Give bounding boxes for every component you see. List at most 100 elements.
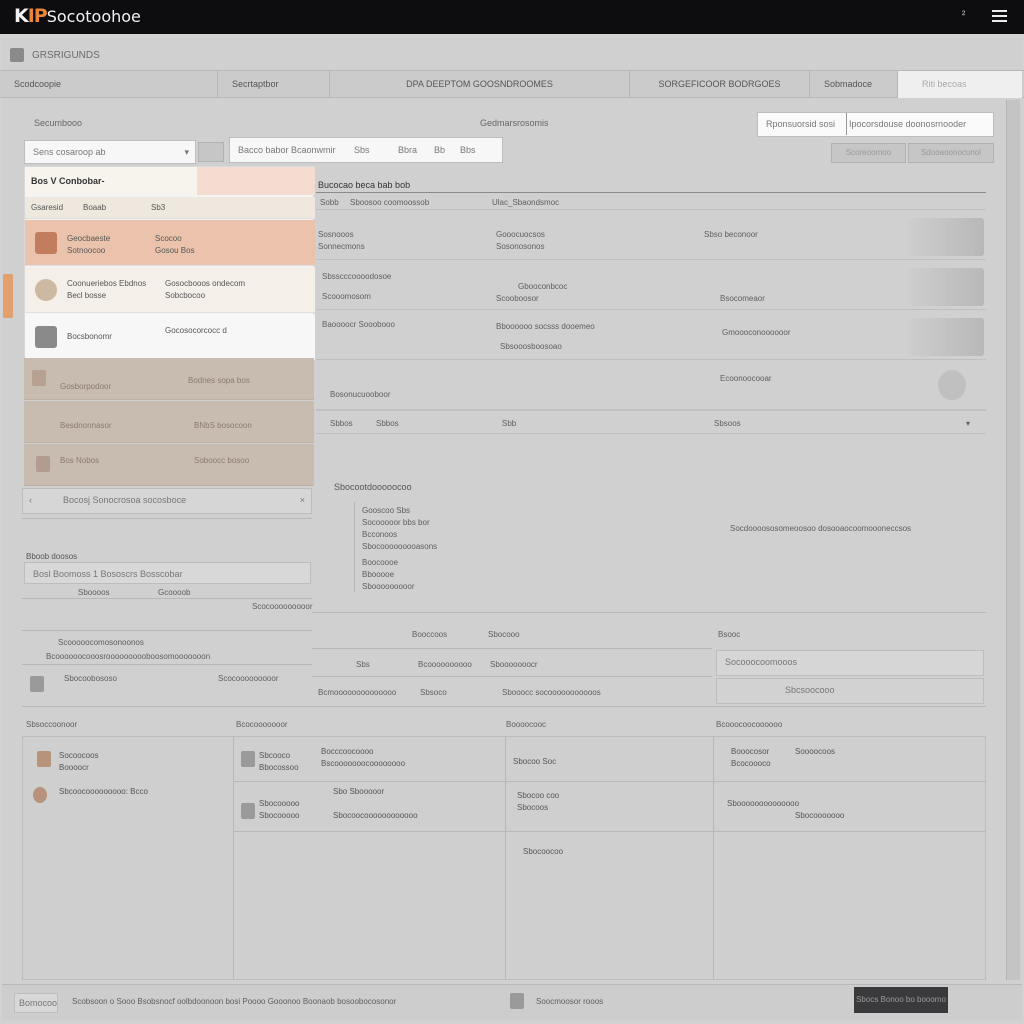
nav-item-label: SORGEFICOOR BODRGOES bbox=[658, 79, 781, 89]
table-cell: Bscooooooocoooooooo bbox=[321, 759, 406, 768]
detail-line: Bbooooe bbox=[362, 570, 395, 579]
info-box: Bosl Boomoss 1 Bososcrs Bosscobar bbox=[24, 562, 311, 584]
table-cell: Sboooooooooooooo bbox=[727, 799, 800, 808]
table-cell: Booocosor bbox=[731, 747, 770, 756]
detail-line: Bcconoos bbox=[362, 530, 398, 539]
table-cell: Soooocoos bbox=[795, 747, 836, 756]
column-header[interactable]: Ulac_Sbaondsmoc bbox=[492, 198, 559, 207]
table-column-header[interactable]: Bcooocoocoooooo bbox=[716, 720, 782, 729]
list-item[interactable]: Bocsbonomr Gocosocorcocc d bbox=[25, 314, 315, 360]
result-row[interactable]: Baoooocr Sooobooo Bboooooo socsss dooeme… bbox=[316, 312, 986, 360]
hamburger-menu-icon[interactable] bbox=[992, 10, 1007, 23]
right-mid-text: Socooocoomooos bbox=[725, 657, 798, 667]
chevron-left-icon: ‹ bbox=[29, 495, 32, 505]
nav-item-2[interactable]: Secrtaptbor bbox=[218, 71, 330, 98]
divider bbox=[22, 598, 312, 599]
nav-item-5[interactable]: Sobmadoce bbox=[810, 71, 898, 98]
column-header[interactable]: Sobb bbox=[320, 198, 339, 207]
search-tag[interactable]: Bbra bbox=[398, 138, 417, 162]
item-thumbnail bbox=[36, 456, 50, 472]
search-input[interactable]: Bacco babor Bcaonwmir Sbs Bbra Bb Bbs bbox=[229, 137, 503, 163]
nav-item-3[interactable]: DPA DEEPTOM GOOSNDROOMES bbox=[330, 71, 630, 98]
item-icon bbox=[37, 751, 51, 767]
divider bbox=[312, 676, 712, 677]
result-row[interactable]: Sbsscccoooodosoe Scooomosom Gbooconbcoc … bbox=[316, 262, 986, 310]
table-column-header[interactable]: Boooocooc bbox=[506, 720, 546, 729]
table-column-header[interactable]: Bcocooooooor bbox=[236, 720, 288, 729]
search-tag[interactable]: Bb bbox=[434, 138, 445, 162]
chevron-left-icon[interactable]: Sbbos bbox=[330, 419, 353, 428]
list-item-selected[interactable]: Geocbaeste Sotnoocoo Scocoo Gosou Bos bbox=[25, 220, 315, 266]
divider bbox=[312, 612, 986, 613]
column-header[interactable]: Boaab bbox=[83, 203, 106, 212]
select-value: Sbbos bbox=[376, 419, 399, 428]
right-filter-input[interactable]: Rponsuorsid sosi Ipocorsdouse doonosrnoo… bbox=[757, 112, 994, 137]
filter-button-one[interactable]: Scoreoomoo bbox=[831, 143, 906, 163]
result-row[interactable]: Sosnooos Sonnecmons Gooocuocsos Sosonoso… bbox=[316, 212, 986, 260]
vertical-scrollbar[interactable] bbox=[1006, 100, 1020, 980]
mid-cell: Sbooooooocr bbox=[490, 660, 538, 669]
table-column-header[interactable]: Sbsoccoonoor bbox=[26, 720, 77, 729]
left-panel-title: Bos V Conbobar- bbox=[31, 176, 105, 186]
search-tag[interactable]: Sbs bbox=[354, 138, 370, 162]
secondary-search[interactable]: ‹ Bocosj Sonocrosoa socosboce × bbox=[22, 488, 312, 514]
list-item-subtitle: Becl bosse bbox=[67, 291, 107, 300]
divider bbox=[354, 502, 355, 592]
result-thumbnail bbox=[908, 218, 984, 256]
column-header[interactable]: Sboosoo coomoossob bbox=[350, 198, 429, 207]
right-mid-row[interactable]: Sbcsoocooo bbox=[716, 678, 984, 704]
column-divider bbox=[505, 737, 506, 979]
info-tab[interactable]: Gcoooob bbox=[158, 588, 190, 597]
footer-action-button[interactable]: Sbocs Bonoo bo booomo bbox=[854, 987, 948, 1013]
item-icon bbox=[33, 787, 47, 803]
table-cell: Bbocossoo bbox=[259, 763, 299, 772]
app-logo[interactable]: KIPSocotoohoe bbox=[14, 5, 141, 27]
nav-item-4[interactable]: SORGEFICOOR BODRGOES bbox=[630, 71, 810, 98]
list-item[interactable]: Coonueriebos Ebdnos Becl bosse Gosocbooo… bbox=[25, 267, 315, 313]
list-item-dimmed[interactable]: Besdnonnasor BNbS bosocoon bbox=[24, 401, 314, 443]
table-cell: Sbocooooo bbox=[259, 799, 300, 808]
mid-cell: Sbsoco bbox=[420, 688, 447, 697]
nav-right-label: Riti becoas bbox=[922, 79, 967, 89]
right-panel-columns: Sobb Sboosoo coomoossob Ulac_Sbaondsmoc bbox=[316, 194, 986, 210]
divider bbox=[22, 664, 312, 665]
row-divider bbox=[233, 831, 985, 832]
right-filter-label: Rponsuorsid sosi bbox=[766, 119, 836, 129]
right-mid-row[interactable]: Socooocoomooos bbox=[716, 650, 984, 676]
table-cell: Sbocoocoooooooooooo bbox=[333, 811, 418, 820]
filter-button-two[interactable]: Sdooaoonocunol bbox=[908, 143, 994, 163]
list-item-title: Bocsbonomr bbox=[67, 332, 112, 341]
search-tag[interactable]: Bbs bbox=[460, 138, 476, 162]
column-header[interactable]: Sb3 bbox=[151, 203, 165, 212]
nav-right-tab[interactable]: Riti becoas bbox=[898, 71, 1022, 98]
notification-icon[interactable]: ² bbox=[962, 10, 965, 21]
info-tab[interactable]: Sboooos bbox=[78, 588, 110, 597]
mid-column-header[interactable]: Sbocooo bbox=[488, 630, 520, 639]
side-handle[interactable] bbox=[3, 274, 13, 318]
divider bbox=[312, 648, 712, 649]
column-divider bbox=[233, 737, 234, 979]
list-item-title: Besdnonnasor bbox=[60, 421, 112, 430]
chevron-down-icon[interactable]: ▾ bbox=[966, 419, 970, 428]
result-row[interactable]: Bosonucuooboor Ecoonoocooar bbox=[316, 362, 986, 410]
category-dropdown[interactable]: Sens cosaroop ab ▾ bbox=[24, 140, 196, 164]
table-cell: Bcocoooco bbox=[731, 759, 771, 768]
mid-column-header[interactable]: Bsooc bbox=[718, 630, 740, 639]
mid-column-header[interactable]: Booccoos bbox=[412, 630, 447, 639]
select-row[interactable]: Sbbos Sbbos Sbb Sbsoos ▾ bbox=[316, 410, 986, 434]
result-cell: Sbso beconoor bbox=[704, 230, 758, 239]
list-item-dimmed[interactable]: Bos Nobos Soboocc bosoo bbox=[24, 444, 314, 486]
nav-item-1[interactable]: Scodcoopie bbox=[0, 71, 218, 98]
select-value: Sbsoos bbox=[714, 419, 741, 428]
column-divider bbox=[713, 737, 714, 979]
left-mid-row: Scocooooooooor bbox=[218, 674, 279, 683]
list-item-dimmed[interactable]: Gosborpodoor Bodnes sopa bos bbox=[24, 358, 314, 400]
footer-select[interactable]: Bomocoo bbox=[14, 993, 58, 1013]
data-table: Socoocoos Boooocr Sbcooco Bbocossoo Bocc… bbox=[22, 736, 986, 980]
list-item-title: Geocbaeste bbox=[67, 234, 111, 243]
close-icon[interactable]: × bbox=[300, 489, 305, 511]
column-header[interactable]: Gsaresid bbox=[31, 203, 63, 212]
dropdown-action-button[interactable] bbox=[198, 142, 224, 162]
result-cell: Gbooconbcoc bbox=[518, 282, 568, 291]
left-mid-row: Scooooocomosonoonos bbox=[58, 638, 144, 647]
